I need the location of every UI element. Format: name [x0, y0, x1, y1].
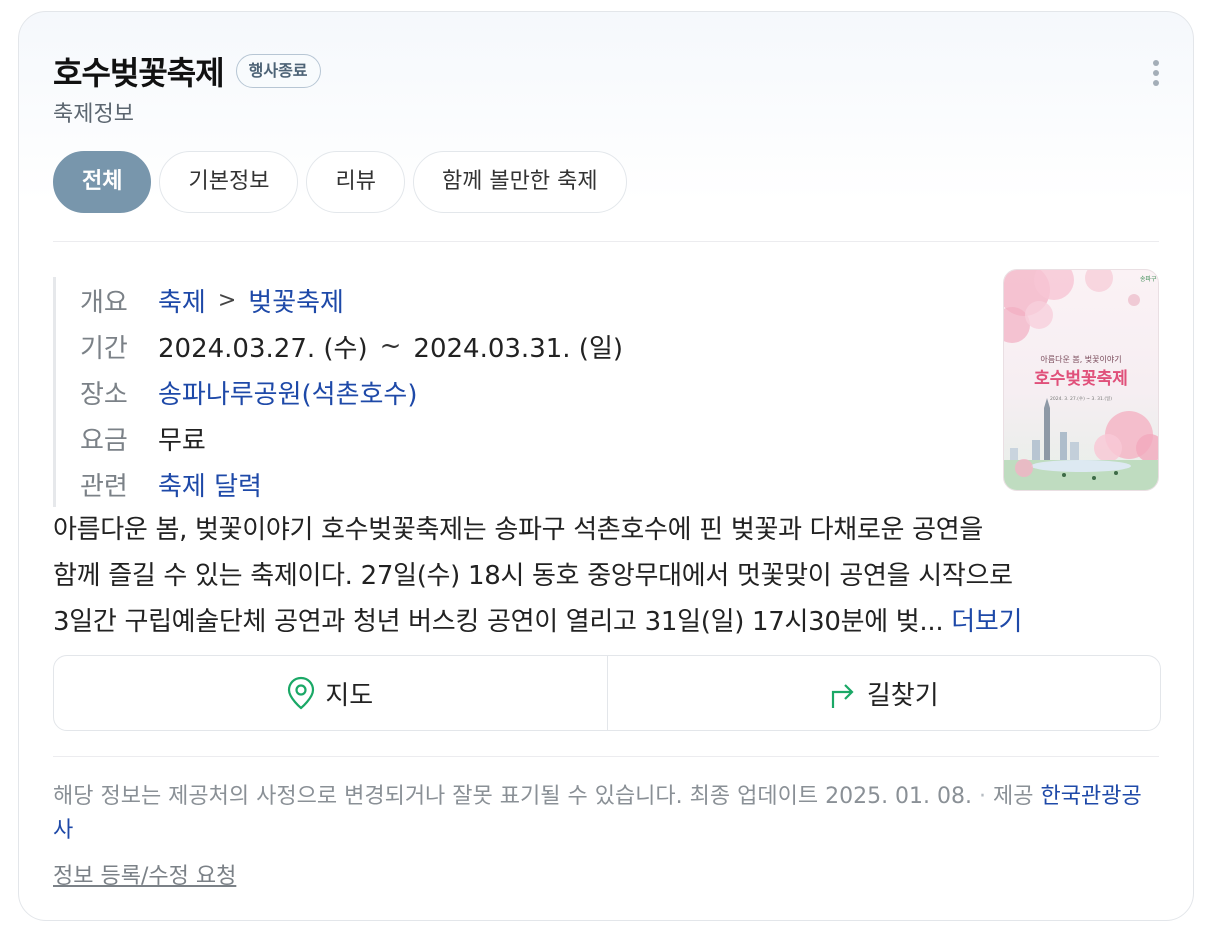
- page-subtitle: 축제정보: [53, 102, 134, 127]
- description-line: 3일간 구립예술단체 공연과 청년 버스킹 공연이 열리고 31일(일) 17시…: [53, 599, 1153, 645]
- status-badge: 행사종료: [235, 54, 321, 88]
- period-start: 2024.03.27. (수): [158, 333, 368, 364]
- fee-label: 요금: [80, 425, 128, 456]
- poster-artwork: 송파구 아름다운 봄, 벚꽃이야기 호수벚꽃축제 2024. 3. 27.(수)…: [1004, 270, 1158, 490]
- poster-org: 송파구: [1140, 275, 1157, 283]
- poster-title: 호수벚꽃축제: [1034, 369, 1128, 389]
- divider: [53, 756, 1159, 757]
- read-more-link[interactable]: 더보기: [951, 607, 1022, 637]
- poster-dates: 2024. 3. 27.(수) ~ 3. 31.(일): [1050, 395, 1112, 402]
- info-row-fee: 요금 무료: [80, 415, 940, 461]
- description-truncated: 3일간 구립예술단체 공연과 청년 버스킹 공연이 열리고 31일(일) 17시…: [53, 607, 944, 637]
- info-row-related: 관련 축제 달력: [80, 461, 940, 507]
- festival-title: 호수벚꽃축제: [53, 54, 225, 92]
- tab-basic-info[interactable]: 기본정보: [159, 151, 299, 213]
- update-notice: 해당 정보는 제공처의 사정으로 변경되거나 잘못 표기될 수 있습니다. 최종…: [53, 784, 1142, 843]
- more-options-icon[interactable]: [1153, 60, 1159, 86]
- place-link[interactable]: 송파나루공원(석촌호수): [158, 374, 418, 411]
- directions-button-label: 길찾기: [866, 680, 939, 711]
- period-label: 기간: [80, 333, 128, 364]
- overview-label: 개요: [80, 287, 128, 318]
- festival-description: 아름다운 봄, 벚꽃이야기 호수벚꽃축제는 송파구 석촌호수에 핀 벚꽃과 다채…: [53, 507, 1153, 645]
- tab-bar: 전체 기본정보 리뷰 함께 볼만한 축제: [53, 151, 627, 213]
- info-list: 개요 축제 > 벚꽃축제 기간 2024.03.27. (수) ~ 2024.0…: [53, 277, 940, 507]
- directions-arrow-icon: [831, 684, 854, 708]
- description-line: 함께 즐길 수 있는 축제이다. 27일(수) 18시 동호 중앙무대에서 멋꽃…: [53, 561, 1013, 591]
- divider: [53, 241, 1159, 242]
- poster-tagline: 아름다운 봄, 벚꽃이야기: [1040, 354, 1121, 364]
- card-header: 호수벚꽃축제 행사종료: [53, 48, 321, 94]
- tab-related-festivals[interactable]: 함께 볼만한 축제: [412, 151, 627, 213]
- info-row-period: 기간 2024.03.27. (수) ~ 2024.03.31. (일): [80, 323, 940, 369]
- map-button-label: 지도: [325, 680, 374, 711]
- action-bar: 지도 길찾기: [53, 655, 1161, 731]
- festival-card: 호수벚꽃축제 행사종료 축제정보 전체 기본정보 리뷰 함께 볼만한 축제 개요…: [18, 11, 1194, 921]
- fee-value: 무료: [158, 425, 206, 456]
- subcategory-link[interactable]: 벚꽃축제: [248, 282, 344, 319]
- directions-button[interactable]: 길찾기: [606, 656, 1161, 730]
- festival-poster-image[interactable]: 송파구 아름다운 봄, 벚꽃이야기 호수벚꽃축제 2024. 3. 27.(수)…: [1003, 269, 1159, 491]
- period-tilde: ~: [379, 331, 402, 361]
- tab-all[interactable]: 전체: [53, 151, 152, 213]
- category-separator: >: [217, 287, 237, 313]
- info-row-place: 장소 송파나루공원(석촌호수): [80, 369, 940, 415]
- tab-reviews[interactable]: 리뷰: [306, 151, 405, 213]
- edit-request-link[interactable]: 정보 등록/수정 요청: [53, 858, 236, 890]
- related-label: 관련: [80, 471, 128, 502]
- festival-calendar-link[interactable]: 축제 달력: [158, 466, 262, 503]
- period-end: 2024.03.31. (일): [413, 333, 624, 364]
- notice-text: 해당 정보는 제공처의 사정으로 변경되거나 잘못 표기될 수 있습니다. 최종…: [53, 784, 973, 809]
- map-pin-icon: [288, 676, 315, 710]
- place-label: 장소: [80, 379, 128, 410]
- category-link[interactable]: 축제: [158, 282, 206, 319]
- map-button[interactable]: 지도: [54, 656, 607, 730]
- provider-label: 제공: [993, 784, 1034, 809]
- info-row-overview: 개요 축제 > 벚꽃축제: [80, 277, 940, 323]
- description-line: 아름다운 봄, 벚꽃이야기 호수벚꽃축제는 송파구 석촌호수에 핀 벚꽃과 다채…: [53, 515, 983, 545]
